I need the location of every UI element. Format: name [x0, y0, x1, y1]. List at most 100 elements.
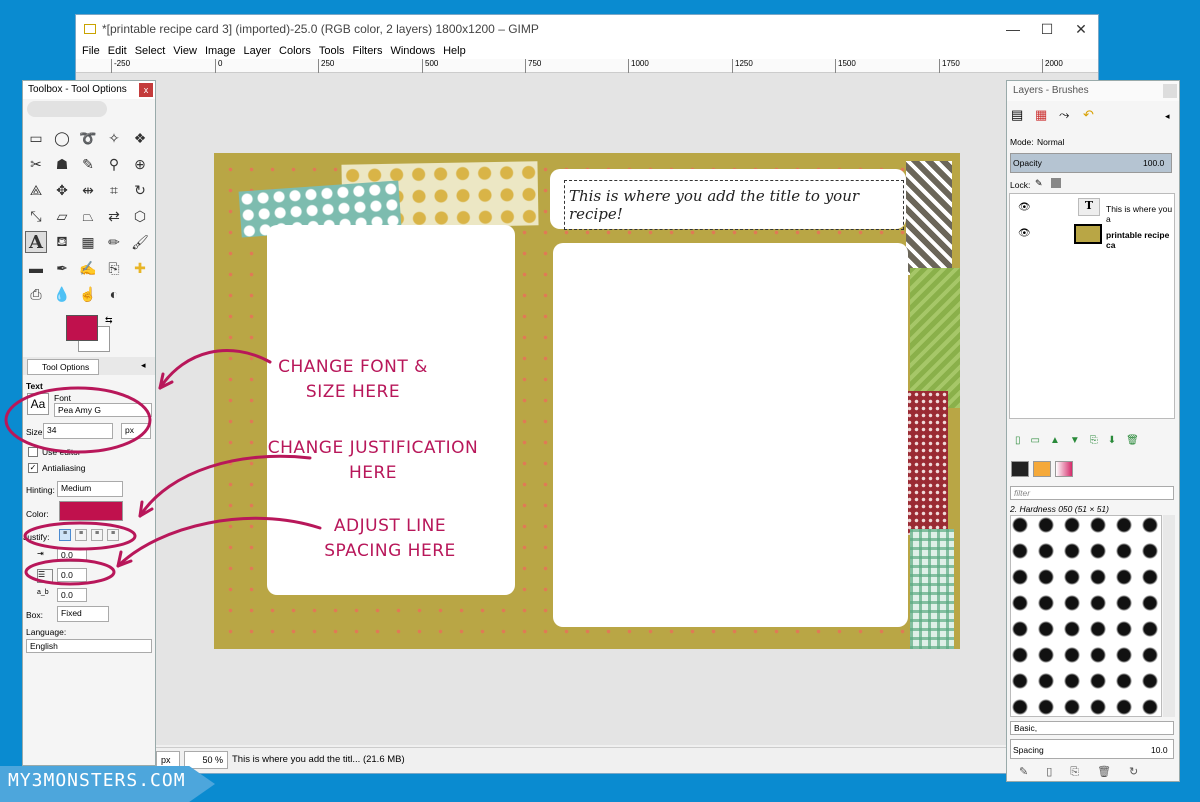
eraser-icon[interactable]: ▬	[25, 257, 47, 279]
brush-scrollbar[interactable]	[1163, 515, 1175, 717]
tab-menu-icon[interactable]: ◂	[1165, 111, 1170, 122]
foreground-select-icon[interactable]: ☗	[51, 153, 73, 175]
mode-select[interactable]: Normal	[1037, 137, 1064, 147]
undo-history-tab-icon[interactable]: ↶	[1083, 107, 1094, 123]
size-input[interactable]: 34	[43, 423, 113, 439]
font-input[interactable]: Pea Amy G	[54, 403, 152, 417]
justify-left-icon[interactable]: ≡	[59, 529, 71, 541]
shear-icon[interactable]: ▱	[51, 205, 73, 227]
menu-tools[interactable]: Tools	[319, 45, 345, 57]
minimize-button[interactable]: —	[996, 15, 1030, 43]
indent-input[interactable]: 0.0	[57, 548, 87, 562]
brush-actions-toolbar[interactable]: ✎▯⎘🗑↻	[1019, 765, 1156, 779]
layer-actions-toolbar[interactable]: ▯▭▲▼⎘⬇🗑	[1015, 435, 1165, 449]
layers-tab-icon[interactable]: ▤	[1011, 107, 1023, 123]
brush-preset-select[interactable]: Basic,	[1010, 721, 1174, 735]
image-layer-thumbnail	[1074, 224, 1102, 244]
menu-layer[interactable]: Layer	[244, 45, 272, 57]
dodge-burn-icon[interactable]: ◐	[103, 283, 125, 305]
menu-colors[interactable]: Colors	[279, 45, 311, 57]
size-unit-select[interactable]: px	[121, 423, 151, 439]
move-icon[interactable]: ✥	[51, 179, 73, 201]
box-select[interactable]: Fixed	[57, 606, 109, 622]
measure-icon[interactable]: ⟁	[25, 179, 47, 201]
text-tool-icon[interactable]: A	[25, 231, 47, 253]
pencil-icon[interactable]: ✏	[103, 231, 125, 253]
perspective-clone-icon[interactable]: ⎙	[25, 283, 47, 305]
brush-filter-input[interactable]: filter	[1010, 486, 1174, 500]
foreground-color-fill	[67, 316, 97, 340]
recipe-title-text-layer[interactable]: This is where you add the title to your …	[564, 180, 904, 230]
bucket-fill-icon[interactable]: ⛾	[51, 231, 73, 253]
smudge-icon[interactable]: ☝	[77, 283, 99, 305]
menu-filters[interactable]: Filters	[353, 45, 383, 57]
unit-select[interactable]: px	[156, 750, 180, 769]
ink-icon[interactable]: ✍	[77, 257, 99, 279]
paths-icon[interactable]: ✎	[77, 153, 99, 175]
tab-tool-options[interactable]: Tool Options	[27, 359, 99, 375]
menu-windows[interactable]: Windows	[390, 45, 435, 57]
visibility-eye-icon[interactable]: 👁	[1018, 202, 1031, 213]
layers-close-button[interactable]	[1163, 84, 1177, 98]
layer-row[interactable]: 👁 printable recipe ca	[1010, 222, 1174, 250]
language-input[interactable]: English	[26, 639, 152, 653]
line-spacing-input[interactable]: 0.0	[57, 568, 87, 582]
scissors-icon[interactable]: ✂	[25, 153, 47, 175]
gradients-tab-icon[interactable]	[1055, 461, 1073, 477]
lasso-icon[interactable]: ➰	[77, 127, 99, 149]
rect-select-icon[interactable]: ▭	[25, 127, 47, 149]
lock-alpha-icon[interactable]	[1051, 178, 1061, 188]
canvas-area[interactable]: This is where you add the title to your …	[76, 73, 1098, 745]
crop-icon[interactable]: ⌗	[103, 179, 125, 201]
foreground-color-swatch[interactable]	[66, 315, 98, 341]
patterns-tab-icon[interactable]	[1033, 461, 1051, 477]
heal-icon[interactable]: ✚	[129, 257, 151, 279]
visibility-eye-icon[interactable]: 👁	[1018, 228, 1031, 239]
layer-row[interactable]: 👁 T This is where you a	[1010, 196, 1174, 224]
menu-view[interactable]: View	[173, 45, 197, 57]
hinting-select[interactable]: Medium	[57, 481, 123, 497]
flip-icon[interactable]: ⇄	[103, 205, 125, 227]
menu-edit[interactable]: Edit	[108, 45, 127, 57]
paths-tab-icon[interactable]: ⤳	[1059, 107, 1069, 123]
channels-tab-icon[interactable]: ▦	[1035, 107, 1047, 123]
justify-right-icon[interactable]: ≡	[75, 529, 87, 541]
swap-colors-icon[interactable]: ⇆	[105, 315, 113, 326]
font-preview-icon[interactable]: Aa	[27, 393, 49, 415]
fuzzy-select-icon[interactable]: ✧	[103, 127, 125, 149]
blur-icon[interactable]: 💧	[51, 283, 73, 305]
perspective-icon[interactable]: ⏢	[77, 205, 99, 227]
cage-icon[interactable]: ⬡	[129, 205, 151, 227]
color-select-icon[interactable]: ❖	[129, 127, 151, 149]
airbrush-icon[interactable]: ✒	[51, 257, 73, 279]
menu-file[interactable]: File	[82, 45, 100, 57]
rotate-icon[interactable]: ↻	[129, 179, 151, 201]
justify-fill-icon[interactable]: ≡	[107, 529, 119, 541]
use-editor-checkbox[interactable]	[28, 447, 38, 457]
gradient-icon[interactable]: ▦	[77, 231, 99, 253]
text-color-button[interactable]	[59, 501, 123, 521]
close-button[interactable]: ✕	[1064, 15, 1098, 43]
menu-help[interactable]: Help	[443, 45, 466, 57]
tab-menu-icon[interactable]: ◂	[141, 360, 146, 371]
annotation-spacing: ADJUST LINE SPACING HERE	[324, 516, 456, 561]
toolbox-close-button[interactable]: x	[139, 83, 153, 97]
clone-icon[interactable]: ⎘	[103, 257, 125, 279]
antialiasing-checkbox[interactable]: ✓	[28, 463, 38, 473]
paintbrush-icon[interactable]: 🖌	[129, 231, 151, 253]
lock-pixels-icon[interactable]: ✎	[1035, 178, 1043, 189]
zoom-icon[interactable]: ⊕	[129, 153, 151, 175]
menu-image[interactable]: Image	[205, 45, 236, 57]
horizontal-ruler[interactable]: -250 0 250 500 750 1000 1250 1500 1750 2…	[76, 59, 1098, 73]
brushes-tab-icon[interactable]	[1011, 461, 1029, 477]
justify-center-icon[interactable]: ≡	[91, 529, 103, 541]
menu-select[interactable]: Select	[135, 45, 166, 57]
letter-spacing-input[interactable]: 0.0	[57, 588, 87, 602]
zoom-select[interactable]: 50 %	[184, 750, 228, 769]
color-picker-icon[interactable]: ⚲	[103, 153, 125, 175]
align-icon[interactable]: ⇹	[77, 179, 99, 201]
brush-grid[interactable]	[1010, 515, 1162, 717]
maximize-button[interactable]: ☐	[1030, 15, 1064, 43]
ellipse-select-icon[interactable]: ◯	[51, 127, 73, 149]
scale-icon[interactable]: ⤡	[25, 205, 47, 227]
